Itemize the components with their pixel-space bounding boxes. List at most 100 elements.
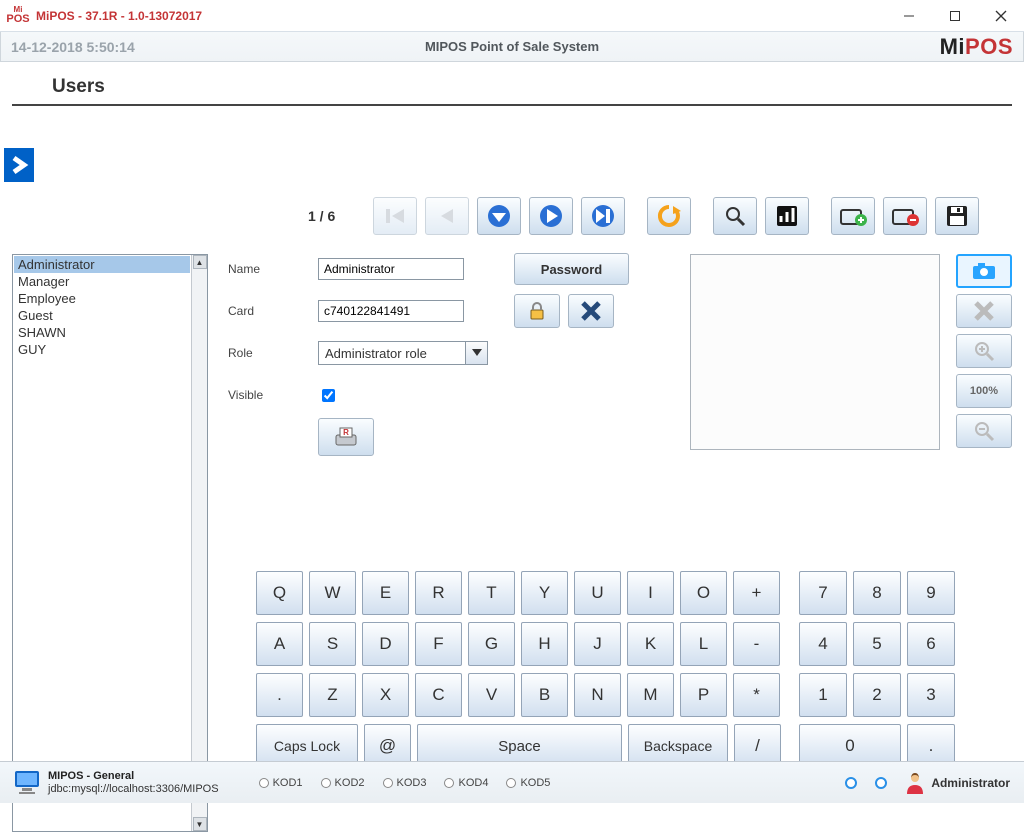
key-5[interactable]: 5 [853,622,901,666]
header-bar: 14-12-2018 5:50:14 MIPOS Point of Sale S… [0,32,1024,62]
card-clear-button[interactable] [568,294,614,328]
kod-radio[interactable]: KOD5 [506,777,550,789]
scrollbar[interactable]: ▲ ▼ [191,255,207,831]
key-1[interactable]: 1 [799,673,847,717]
card-lock-button[interactable] [514,294,560,328]
zoom-in-button[interactable] [956,334,1012,368]
name-input[interactable] [318,258,464,280]
key-M[interactable]: M [627,673,674,717]
key-O[interactable]: O [680,571,727,615]
key--[interactable]: - [733,622,780,666]
nav-first-button[interactable] [373,197,417,235]
key-8[interactable]: 8 [853,571,901,615]
scroll-down-button[interactable]: ▼ [193,817,207,831]
app-icon: MiPOS [6,4,30,28]
nav-down-button[interactable] [477,197,521,235]
sidebar-toggle-button[interactable] [4,148,34,182]
key-4[interactable]: 4 [799,622,847,666]
sort-button[interactable] [765,197,809,235]
nav-prev-button[interactable] [425,197,469,235]
current-datetime: 14-12-2018 5:50:14 [11,39,135,55]
kod-radio[interactable]: KOD3 [383,777,427,789]
visible-label: Visible [228,388,318,402]
print-button[interactable]: R [318,418,374,456]
key-U[interactable]: U [574,571,621,615]
list-item[interactable]: Guest [14,307,190,324]
zoom-100-button[interactable]: 100% [956,374,1012,408]
list-item[interactable]: Administrator [14,256,190,273]
card-input[interactable] [318,300,464,322]
key-*[interactable]: * [733,673,780,717]
user-image-area [690,254,940,450]
key-H[interactable]: H [521,622,568,666]
user-listbox[interactable]: AdministratorManagerEmployeeGuestSHAWNGU… [12,254,208,832]
indicator-dot [875,777,887,789]
brand-logo: MiPOS [940,34,1013,60]
search-button[interactable] [713,197,757,235]
workspace: Users AdministratorManagerEmployeeGuestS… [0,76,1024,766]
camera-button[interactable] [956,254,1012,288]
zoom-out-button[interactable] [956,414,1012,448]
key-V[interactable]: V [468,673,515,717]
password-button[interactable]: Password [514,253,629,285]
key-9[interactable]: 9 [907,571,955,615]
monitor-icon [14,770,42,796]
key-2[interactable]: 2 [853,673,901,717]
key-C[interactable]: C [415,673,462,717]
key-R[interactable]: R [415,571,462,615]
editor-pane: 1 / 6 [208,196,1012,766]
key-G[interactable]: G [468,622,515,666]
current-user-badge[interactable]: Administrator [905,772,1010,794]
save-record-button[interactable] [935,197,979,235]
delete-record-button[interactable] [883,197,927,235]
key-+[interactable]: + [733,571,780,615]
key-P[interactable]: P [680,673,727,717]
list-item[interactable]: Manager [14,273,190,290]
user-avatar-icon [905,772,925,794]
key-T[interactable]: T [468,571,515,615]
key-N[interactable]: N [574,673,621,717]
system-name: MIPOS Point of Sale System [425,39,599,54]
visible-checkbox[interactable] [322,389,335,402]
scroll-up-button[interactable]: ▲ [193,255,207,269]
key-Q[interactable]: Q [256,571,303,615]
add-record-button[interactable] [831,197,875,235]
key-L[interactable]: L [680,622,727,666]
refresh-button[interactable] [647,197,691,235]
nav-last-button[interactable] [581,197,625,235]
key-Z[interactable]: Z [309,673,356,717]
key-I[interactable]: I [627,571,674,615]
key-3[interactable]: 3 [907,673,955,717]
status-bar: MIPOS - General jdbc:mysql://localhost:3… [0,761,1024,803]
kod-radio[interactable]: KOD4 [444,777,488,789]
kod-radio[interactable]: KOD2 [321,777,365,789]
list-item[interactable]: GUY [14,341,190,358]
chevron-down-icon [465,342,487,364]
key-D[interactable]: D [362,622,409,666]
indicator-dot [845,777,857,789]
key-7[interactable]: 7 [799,571,847,615]
kod-radio[interactable]: KOD1 [259,777,303,789]
record-toolbar: 1 / 6 [208,196,1012,236]
window-close-button[interactable] [978,0,1024,32]
key-W[interactable]: W [309,571,356,615]
key-A[interactable]: A [256,622,303,666]
list-item[interactable]: SHAWN [14,324,190,341]
key-F[interactable]: F [415,622,462,666]
image-clear-button[interactable] [956,294,1012,328]
key-S[interactable]: S [309,622,356,666]
key-B[interactable]: B [521,673,568,717]
key-J[interactable]: J [574,622,621,666]
window-minimize-button[interactable] [886,0,932,32]
role-dropdown[interactable]: Administrator role [318,341,488,365]
nav-next-button[interactable] [529,197,573,235]
key-E[interactable]: E [362,571,409,615]
role-label: Role [228,346,318,360]
list-item[interactable]: Employee [14,290,190,307]
window-maximize-button[interactable] [932,0,978,32]
key-Y[interactable]: Y [521,571,568,615]
key-K[interactable]: K [627,622,674,666]
key-X[interactable]: X [362,673,409,717]
key-6[interactable]: 6 [907,622,955,666]
key-.[interactable]: . [256,673,303,717]
